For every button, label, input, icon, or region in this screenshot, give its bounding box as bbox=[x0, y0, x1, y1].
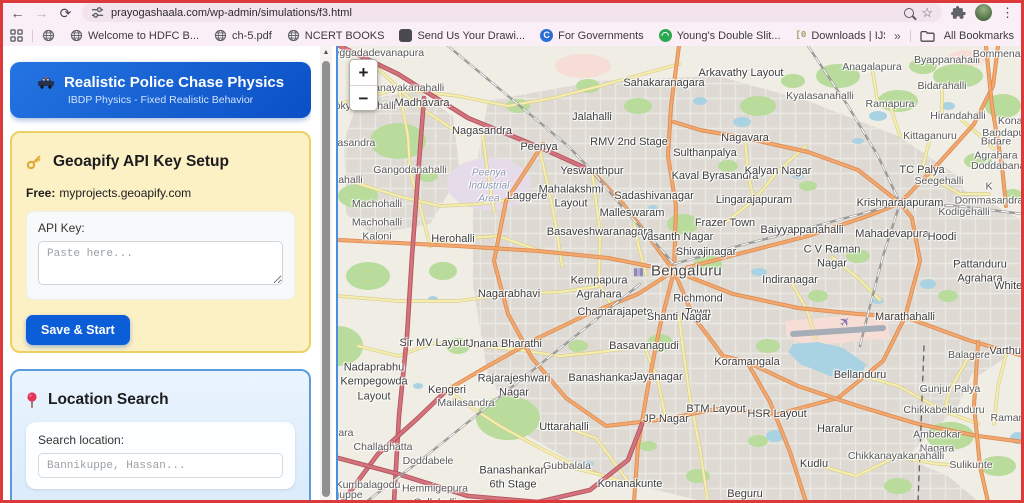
all-bookmarks-folder-icon[interactable] bbox=[920, 30, 935, 42]
url-bar[interactable]: prayogashaala.com/wp-admin/simulations/f… bbox=[82, 3, 942, 22]
sidebar: Realistic Police Chase Physics IBDP Phys… bbox=[10, 46, 311, 503]
bookmark-item[interactable]: NCERT BOOKS bbox=[287, 29, 385, 42]
bookmark-favicon bbox=[399, 29, 412, 42]
free-link: myprojects.geoapify.com bbox=[59, 186, 191, 200]
map-zoom-out-button[interactable]: − bbox=[350, 85, 377, 110]
extensions-icon[interactable] bbox=[951, 5, 966, 20]
zoom-page-icon[interactable] bbox=[904, 8, 914, 18]
bookmark-item[interactable] bbox=[42, 29, 55, 42]
pin-icon bbox=[26, 392, 38, 409]
app-title: Realistic Police Chase Physics bbox=[64, 74, 284, 91]
api-key-field-group: API Key: bbox=[26, 211, 295, 300]
bookmark-label: Young's Double Slit... bbox=[677, 30, 781, 42]
menu-icon[interactable]: ⋮ bbox=[1001, 6, 1014, 19]
location-search-card: Location Search Search location: bbox=[10, 369, 311, 503]
save-start-button[interactable]: Save & Start bbox=[26, 315, 130, 345]
divider bbox=[910, 30, 911, 42]
scrollbar-thumb[interactable] bbox=[322, 61, 330, 497]
api-key-card: Geoapify API Key Setup Free:myprojects.g… bbox=[10, 131, 311, 353]
bookmark-label: Welcome to HDFC B... bbox=[88, 30, 199, 42]
map-zoom-in-button[interactable]: + bbox=[350, 60, 377, 85]
apps-grid-icon[interactable] bbox=[10, 29, 23, 42]
page-scrollbar[interactable]: ▲ bbox=[320, 46, 332, 503]
divider bbox=[32, 30, 33, 42]
globe-icon bbox=[42, 29, 55, 42]
forward-button[interactable]: → bbox=[34, 6, 49, 20]
bookmark-item[interactable]: Send Us Your Drawi... bbox=[399, 29, 525, 42]
bookmark-favicon: C bbox=[540, 29, 553, 42]
site-settings-icon[interactable] bbox=[91, 6, 104, 19]
bookmark-label: For Governments bbox=[558, 30, 644, 42]
map-zoom-control: + − bbox=[349, 59, 378, 111]
bookmark-item[interactable]: ch-5.pdf bbox=[214, 29, 272, 42]
browser-toolbar: ← → ⟳ prayogashaala.com/wp-admin/simulat… bbox=[0, 0, 1024, 25]
globe-icon bbox=[287, 29, 300, 42]
profile-avatar[interactable] bbox=[975, 4, 992, 21]
bookmarks-list: Welcome to HDFC B... ch-5.pdf NCERT BOOKS S… bbox=[42, 29, 885, 42]
map-canvas bbox=[338, 46, 1023, 500]
browser-window: ← → ⟳ prayogashaala.com/wp-admin/simulat… bbox=[0, 0, 1024, 503]
location-card-title: Location Search bbox=[48, 391, 169, 409]
free-info: Free:myprojects.geoapify.com bbox=[26, 186, 295, 200]
bookmarks-overflow-icon[interactable]: » bbox=[894, 29, 901, 43]
location-search-input[interactable] bbox=[38, 453, 283, 478]
reload-button[interactable]: ⟳ bbox=[58, 6, 73, 20]
bookmark-label: Send Us Your Drawi... bbox=[417, 30, 525, 42]
url-text: prayogashaala.com/wp-admin/simulations/f… bbox=[111, 7, 897, 19]
bookmarks-bar: Welcome to HDFC B... ch-5.pdf NCERT BOOKS S… bbox=[0, 25, 1024, 46]
api-key-label: API Key: bbox=[38, 221, 283, 235]
bookmark-favicon: ◠ bbox=[659, 29, 672, 42]
bookmark-star-icon[interactable]: ☆ bbox=[921, 6, 933, 19]
bookmark-label: NCERT BOOKS bbox=[305, 30, 385, 42]
all-bookmarks-label[interactable]: All Bookmarks bbox=[944, 30, 1014, 42]
map-container[interactable]: HeggadadevanapuraMadanayakanahalliMadhav… bbox=[336, 46, 1023, 500]
bookmark-item[interactable]: ◠ Young's Double Slit... bbox=[659, 29, 781, 42]
api-key-input[interactable] bbox=[38, 241, 283, 285]
api-card-title: Geoapify API Key Setup bbox=[53, 153, 229, 171]
globe-icon bbox=[214, 29, 227, 42]
scrollbar-up-icon[interactable]: ▲ bbox=[320, 49, 332, 56]
globe-icon bbox=[70, 29, 83, 42]
bookmark-label: ch-5.pdf bbox=[232, 30, 272, 42]
police-car-icon bbox=[37, 77, 55, 89]
location-field-group: Search location: bbox=[26, 422, 295, 489]
bookmark-item[interactable]: C For Governments bbox=[540, 29, 644, 42]
back-button[interactable]: ← bbox=[10, 6, 25, 20]
app-subtitle: IBDP Physics - Fixed Realistic Behavior bbox=[10, 94, 311, 106]
bookmark-label: Downloads | IJSO O... bbox=[811, 30, 885, 42]
location-label: Search location: bbox=[38, 433, 283, 447]
bookmark-item[interactable]: [0 Downloads | IJSO O... bbox=[796, 29, 886, 42]
bookmark-favicon: [0 bbox=[796, 29, 807, 42]
key-icon bbox=[26, 154, 43, 170]
bookmark-item[interactable]: Welcome to HDFC B... bbox=[70, 29, 199, 42]
header-card: Realistic Police Chase Physics IBDP Phys… bbox=[10, 62, 311, 118]
